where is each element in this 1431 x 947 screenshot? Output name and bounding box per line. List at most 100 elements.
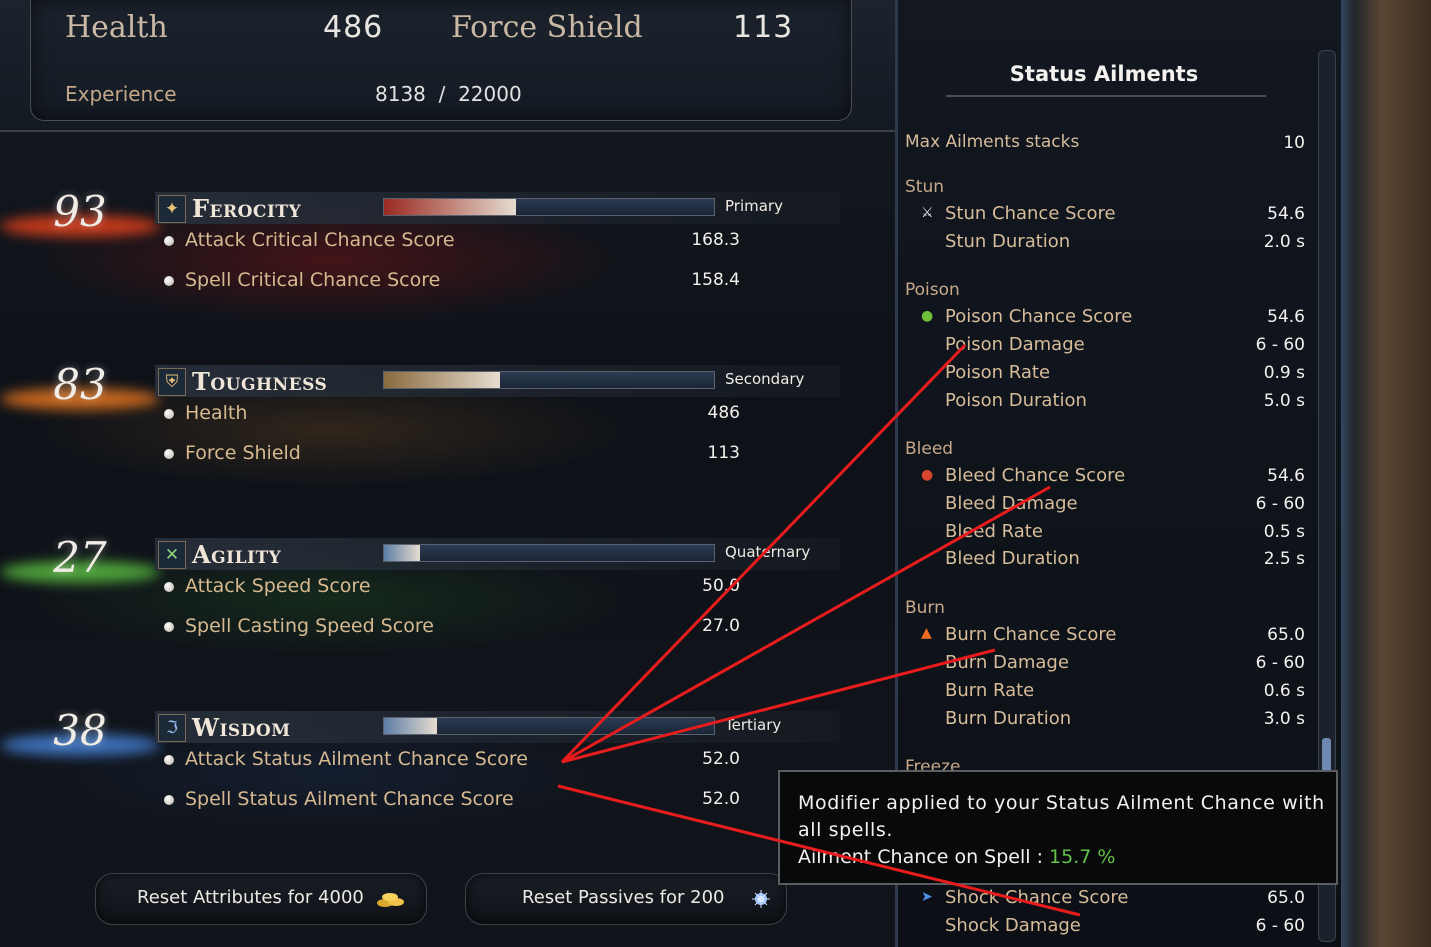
tooltip-stat-value: 15.7 % bbox=[1049, 846, 1116, 868]
attribute-name: Ferocity bbox=[192, 194, 302, 223]
poison-chance-value: 54.6 bbox=[1267, 307, 1305, 327]
shock-damage-label: Shock Damage bbox=[945, 915, 1081, 936]
attribute-progress-bar bbox=[383, 198, 715, 216]
attribute-rank: Tertiary bbox=[725, 716, 782, 734]
attribute-stat-value: 50.0 bbox=[702, 576, 740, 596]
attribute-rank: Primary bbox=[725, 197, 783, 215]
attribute-name: Wisdom bbox=[192, 713, 291, 742]
wisdom-icon: ℑ bbox=[158, 714, 186, 742]
attribute-stat-label[interactable]: Health bbox=[185, 402, 247, 424]
gold-coins-icon bbox=[377, 893, 404, 907]
attribute-stat-value: 27.0 bbox=[702, 616, 740, 636]
attribute-progress-fill bbox=[384, 372, 500, 388]
attribute-ferocity: 93 ✦ Ferocity Primary Attack Critical Ch… bbox=[0, 187, 870, 347]
burn-duration-value: 3.0 s bbox=[1263, 709, 1305, 729]
bleed-icon: ● bbox=[921, 467, 934, 483]
poison-icon: ● bbox=[921, 308, 934, 324]
stun-duration-label: Stun Duration bbox=[945, 231, 1071, 252]
attribute-wisdom: 38 ℑ Wisdom Tertiary Attack Status Ailme… bbox=[0, 706, 870, 866]
attribute-stat-label[interactable]: Attack Speed Score bbox=[185, 575, 371, 597]
bleed-damage-value: 6 - 60 bbox=[1255, 494, 1305, 514]
tooltip-description: Modifier applied to your Status Ailment … bbox=[798, 792, 1325, 841]
experience-label: Experience bbox=[65, 82, 177, 106]
bleed-damage-label: Bleed Damage bbox=[945, 493, 1078, 514]
poison-rate-value: 0.9 s bbox=[1263, 363, 1305, 383]
bleed-duration-value: 2.5 s bbox=[1263, 549, 1305, 569]
background-border bbox=[1341, 0, 1431, 947]
tooltip-stat-line: Ailment Chance on Spell : 15.7 % bbox=[798, 846, 1115, 868]
bullet-icon bbox=[164, 755, 174, 765]
attribute-progress-bar bbox=[383, 717, 715, 735]
stun-duration-value: 2.0 s bbox=[1263, 232, 1305, 252]
attribute-stat-label[interactable]: Spell Critical Chance Score bbox=[185, 269, 440, 291]
shock-chance-label: Shock Chance Score bbox=[945, 887, 1129, 908]
attribute-stat-value: 113 bbox=[707, 443, 740, 463]
shock-icon: ➤ bbox=[921, 889, 933, 905]
attribute-agility: 27 ✕ Agility Quaternary Attack Speed Sco… bbox=[0, 533, 870, 693]
max-stacks-value: 10 bbox=[1283, 133, 1305, 153]
attribute-stat-label[interactable]: Spell Casting Speed Score bbox=[185, 615, 434, 637]
bullet-icon bbox=[164, 449, 174, 459]
attribute-stat-value: 52.0 bbox=[702, 789, 740, 809]
bullet-icon bbox=[164, 582, 174, 592]
experience-value: 8138 / 22000 bbox=[375, 82, 522, 106]
attribute-stat-value: 168.3 bbox=[691, 230, 740, 250]
reset-attributes-button[interactable]: Reset Attributes for 4000 bbox=[95, 873, 427, 925]
bleed-rate-label: Bleed Rate bbox=[945, 521, 1043, 542]
poison-chance-label: Poison Chance Score bbox=[945, 306, 1133, 327]
force-shield-value: 113 bbox=[733, 10, 794, 45]
burn-rate-label: Burn Rate bbox=[945, 680, 1035, 701]
attribute-name: Agility bbox=[192, 540, 282, 569]
poison-duration-label: Poison Duration bbox=[945, 390, 1087, 411]
burn-icon: ▲ bbox=[921, 625, 932, 641]
attribute-rank: Secondary bbox=[725, 370, 805, 388]
attribute-progress-bar bbox=[383, 371, 715, 389]
attribute-progress-fill bbox=[384, 545, 421, 561]
bullet-icon bbox=[164, 236, 174, 246]
attribute-name: Toughness bbox=[192, 367, 328, 396]
attribute-stat-value: 486 bbox=[707, 403, 740, 423]
reset-passives-button[interactable]: Reset Passives for 200 bbox=[465, 873, 787, 925]
stun-icon: ⚔ bbox=[921, 205, 934, 221]
attribute-stat-label[interactable]: Spell Status Ailment Chance Score bbox=[185, 788, 514, 810]
toughness-icon: ⛨ bbox=[158, 368, 186, 396]
shock-chance-value: 65.0 bbox=[1267, 888, 1305, 908]
tooltip-stat-label: Ailment Chance on Spell : bbox=[798, 846, 1050, 868]
bullet-icon bbox=[164, 276, 174, 286]
bleed-duration-label: Bleed Duration bbox=[945, 548, 1080, 569]
attribute-stat-label[interactable]: Attack Status Ailment Chance Score bbox=[185, 748, 528, 770]
bleed-rate-value: 0.5 s bbox=[1263, 522, 1305, 542]
reset-attributes-label: Reset Attributes for 4000 bbox=[137, 887, 364, 908]
poison-damage-label: Poison Damage bbox=[945, 334, 1085, 355]
attribute-stat-label[interactable]: Attack Critical Chance Score bbox=[185, 229, 455, 251]
bleed-group-heading: Bleed bbox=[905, 439, 954, 459]
attribute-rank: Quaternary bbox=[725, 543, 811, 561]
max-stacks-label: Max Ailments stacks bbox=[905, 132, 1080, 152]
poison-damage-value: 6 - 60 bbox=[1255, 335, 1305, 355]
poison-rate-label: Poison Rate bbox=[945, 362, 1051, 383]
poison-duration-value: 5.0 s bbox=[1263, 391, 1305, 411]
stun-group-heading: Stun bbox=[905, 177, 945, 197]
burn-group-heading: Burn bbox=[905, 598, 945, 618]
attribute-stat-label[interactable]: Force Shield bbox=[185, 442, 301, 464]
reset-passives-label: Reset Passives for 200 bbox=[522, 887, 725, 908]
passive-orb-icon bbox=[752, 890, 770, 908]
poison-group-heading: Poison bbox=[905, 280, 960, 300]
burn-damage-value: 6 - 60 bbox=[1255, 653, 1305, 673]
agility-icon: ✕ bbox=[158, 541, 186, 569]
attribute-level: 93 bbox=[53, 187, 107, 236]
attribute-progress-fill bbox=[384, 718, 437, 734]
stun-chance-value: 54.6 bbox=[1267, 204, 1305, 224]
attribute-level: 38 bbox=[53, 706, 107, 755]
attribute-toughness: 83 ⛨ Toughness Secondary Health 486 Forc… bbox=[0, 360, 870, 520]
attribute-progress-bar bbox=[383, 544, 715, 562]
burn-rate-value: 0.6 s bbox=[1263, 681, 1305, 701]
bullet-icon bbox=[164, 795, 174, 805]
burn-duration-label: Burn Duration bbox=[945, 708, 1072, 729]
health-value: 486 bbox=[323, 10, 384, 45]
attribute-level: 83 bbox=[53, 360, 107, 409]
attribute-level: 27 bbox=[53, 533, 107, 582]
burn-chance-label: Burn Chance Score bbox=[945, 624, 1117, 645]
ferocity-icon: ✦ bbox=[158, 195, 186, 223]
stat-tooltip: Modifier applied to your Status Ailment … bbox=[778, 770, 1338, 885]
